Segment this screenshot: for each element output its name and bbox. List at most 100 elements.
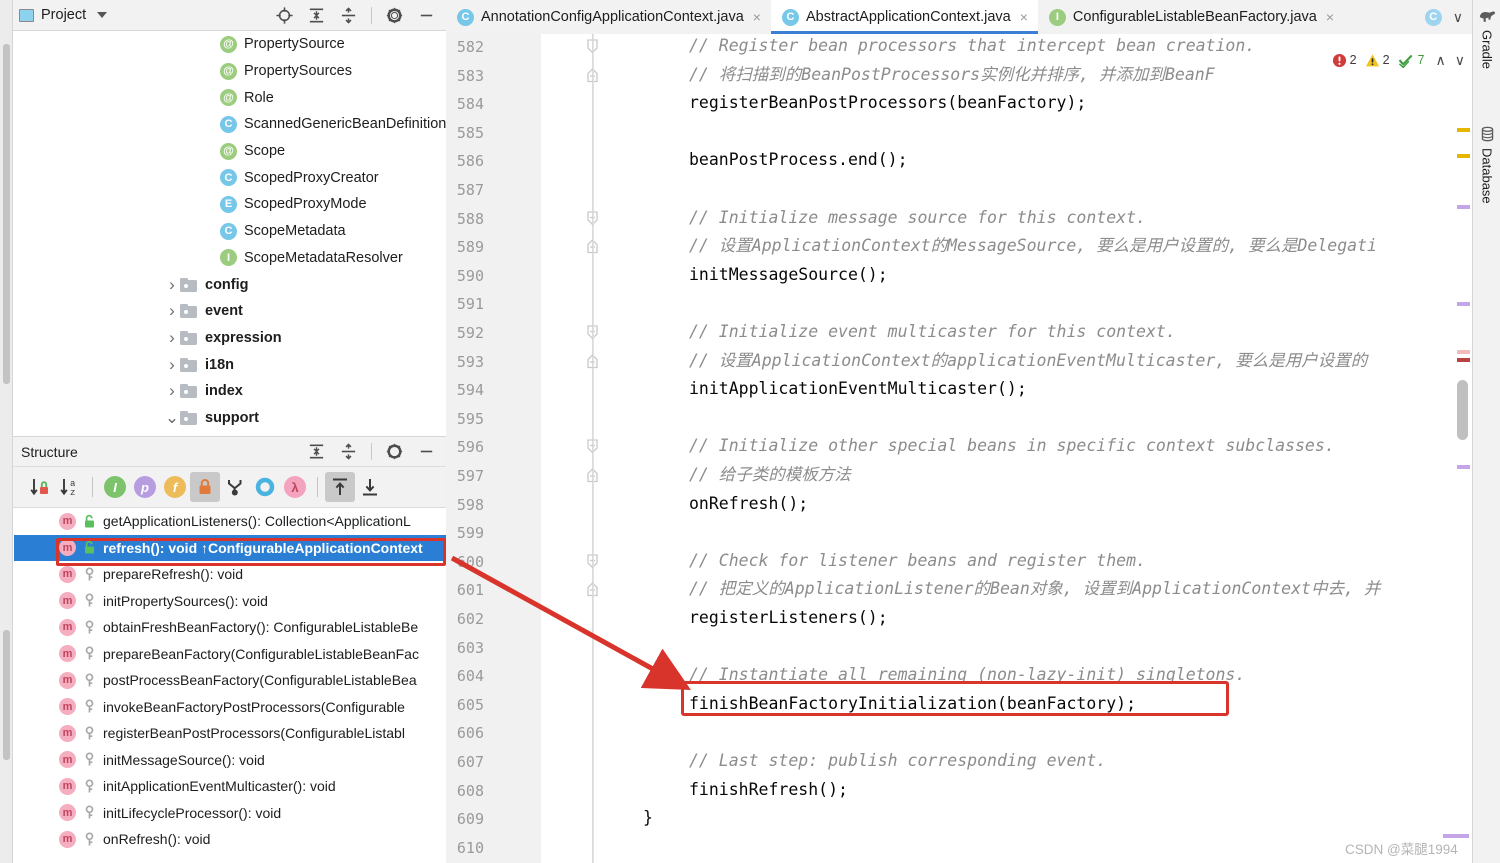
structure-row[interactable]: m prepareBeanFactory(ConfigurableListable…	[14, 641, 446, 668]
code-comment-line[interactable]: // 设置ApplicationContext的applicationEvent…	[689, 352, 1367, 370]
code-comment-line[interactable]: // Initialize other special beans in spe…	[689, 438, 1335, 455]
marker-usage[interactable]	[1457, 302, 1470, 306]
project-tree-row[interactable]: @ PropertySources	[14, 58, 446, 85]
chevron-right-icon[interactable]: ›	[164, 355, 180, 375]
marker-error[interactable]	[1457, 358, 1470, 362]
code-line[interactable]: onRefresh();	[689, 495, 808, 513]
close-icon[interactable]: ×	[1020, 9, 1028, 25]
collapse-all-icon[interactable]	[339, 442, 358, 461]
marker-error-light[interactable]	[1457, 350, 1470, 354]
project-tree-row[interactable]: › index	[14, 378, 446, 405]
inspection-ok-icon[interactable]	[1398, 53, 1415, 68]
sort-by-visibility-icon[interactable]	[25, 472, 55, 502]
code-comment-line[interactable]: // Initialize message source for this co…	[689, 209, 1146, 227]
expand-all-icon[interactable]	[307, 442, 326, 461]
structure-row[interactable]: m registerBeanPostProcessors(Configurable…	[14, 720, 446, 747]
code-comment-line[interactable]: // Last step: publish corresponding even…	[689, 752, 1106, 770]
locate-icon[interactable]	[275, 6, 294, 25]
code-comment-line[interactable]: // 将扫描到的BeanPostProcessors实例化并排序, 并添加到Be…	[689, 66, 1215, 84]
editor-tab[interactable]: C AnnotationConfigApplicationContext.java…	[446, 0, 771, 34]
editor-inspection-widget[interactable]: 2 2 7 ∧ ∨	[1325, 48, 1468, 72]
editor-tab-overflow[interactable]: C ∨	[1424, 0, 1472, 34]
tool-window-button-database[interactable]: Database	[1473, 126, 1500, 204]
project-tree-row[interactable]: @ PropertySource	[14, 31, 446, 58]
structure-row[interactable]: m initPropertySources(): void	[14, 588, 446, 615]
code-comment-line[interactable]: // Initialize event multicaster for this…	[689, 323, 1176, 341]
show-non-public-icon[interactable]	[190, 472, 220, 502]
close-icon[interactable]: ×	[1326, 9, 1334, 25]
editor-tab[interactable]: I ConfigurableListableBeanFactory.java ×	[1038, 0, 1344, 34]
structure-row[interactable]: m obtainFreshBeanFactory(): ConfigurableL…	[14, 614, 446, 641]
editor-tab[interactable]: C AbstractApplicationContext.java ×	[770, 0, 1038, 34]
chevron-right-icon[interactable]: ›	[164, 275, 180, 295]
show-inherited-members-icon[interactable]: I	[100, 472, 130, 502]
marker-usage[interactable]	[1457, 205, 1470, 209]
project-tree-row[interactable]: ⌄ support	[14, 405, 446, 432]
editor-code-content[interactable]: // Register bean processors that interce…	[601, 34, 1472, 863]
gear-icon[interactable]	[385, 442, 404, 461]
project-scrollbar-thumb[interactable]	[3, 44, 10, 384]
structure-row[interactable]: m initMessageSource(): void	[14, 747, 446, 774]
structure-row[interactable]: m initLifecycleProcessor(): void	[14, 800, 446, 827]
project-tree[interactable]: @ PropertySource @ PropertySources @ Role C Sca…	[14, 31, 446, 434]
editor-marker-strip[interactable]	[1455, 50, 1472, 860]
code-line[interactable]: initApplicationEventMulticaster();	[689, 381, 1027, 398]
project-tree-row[interactable]: › expression	[14, 325, 446, 352]
marker-warning[interactable]	[1457, 154, 1470, 158]
code-line[interactable]: initMessageSource();	[689, 266, 888, 284]
chevron-down-icon[interactable]	[97, 12, 108, 18]
collapse-all-icon[interactable]	[339, 6, 358, 25]
chevron-right-icon[interactable]: ›	[164, 381, 180, 401]
project-tree-row[interactable]: › config	[14, 271, 446, 298]
expand-all-icon[interactable]	[307, 6, 326, 25]
code-line[interactable]: beanPostProcess.end();	[689, 152, 908, 169]
project-tree-row[interactable]: › event	[14, 298, 446, 325]
structure-row[interactable]: m getApplicationListeners(): Collection<A…	[14, 508, 446, 535]
project-tree-row[interactable]: › i18n	[14, 351, 446, 378]
project-tree-row[interactable]: C ScopedProxyCreator	[14, 164, 446, 191]
chevron-right-icon[interactable]: ›	[164, 328, 180, 348]
chevron-down-icon[interactable]: ∨	[1450, 9, 1466, 26]
minimize-icon[interactable]	[417, 442, 436, 461]
structure-row[interactable]: m postProcessBeanFactory(ConfigurableList…	[14, 667, 446, 694]
project-tree-row[interactable]: @ Role	[14, 84, 446, 111]
sort-alphabetically-icon[interactable]: a z	[55, 472, 85, 502]
show-interfaces-icon[interactable]	[250, 472, 280, 502]
editor-scrollbar-thumb[interactable]	[1457, 380, 1468, 440]
minimize-icon[interactable]	[417, 6, 436, 25]
structure-row[interactable]: m invokeBeanFactoryPostProcessors(Configu…	[14, 694, 446, 721]
close-icon[interactable]: ×	[753, 9, 761, 25]
chevron-down-icon[interactable]: ⌄	[164, 408, 180, 428]
structure-row[interactable]: m initApplicationEventMulticaster(): void	[14, 773, 446, 800]
code-line[interactable]: registerBeanPostProcessors(beanFactory);	[689, 95, 1086, 112]
structure-row-selected[interactable]: m refresh(): void ↑ConfigurableApplicatio…	[14, 534, 446, 561]
project-tree-row[interactable]: C ScannedGenericBeanDefinition	[14, 111, 446, 138]
chevron-up-icon[interactable]: ∧	[1433, 52, 1449, 69]
marker-usage[interactable]	[1457, 465, 1470, 469]
show-lambdas-icon[interactable]: λ	[280, 472, 310, 502]
tool-window-button-gradle[interactable]: Gradle	[1473, 8, 1500, 69]
code-comment-line[interactable]: // 给子类的模板方法	[689, 466, 851, 484]
project-panel-title-group[interactable]: Project	[19, 7, 108, 23]
warning-icon[interactable]	[1365, 53, 1380, 68]
code-comment-line[interactable]: // Check for listener beans and register…	[689, 552, 1146, 570]
code-line[interactable]: finishRefresh();	[689, 781, 848, 799]
show-properties-icon[interactable]: p	[130, 472, 160, 502]
project-tree-row[interactable]: I ScopeMetadataResolver	[14, 245, 446, 272]
marker-warning[interactable]	[1457, 128, 1470, 132]
structure-row[interactable]: m prepareRefresh(): void	[14, 561, 446, 588]
left-scroll-rail[interactable]	[0, 0, 13, 863]
code-comment-line[interactable]: // 设置ApplicationContext的MessageSource, 要…	[689, 238, 1377, 255]
show-fields-icon[interactable]: f	[160, 472, 190, 502]
editor-fold-column[interactable]	[446, 34, 598, 863]
code-comment-line[interactable]: // Register bean processors that interce…	[689, 37, 1255, 55]
project-tree-row[interactable]: @ Scope	[14, 138, 446, 165]
code-line[interactable]: }	[643, 810, 653, 827]
show-anonymous-classes-icon[interactable]	[220, 472, 250, 502]
code-line[interactable]: registerListeners();	[689, 609, 888, 627]
expand-all-icon[interactable]	[325, 472, 355, 502]
chevron-down-icon[interactable]: ∨	[1452, 52, 1468, 69]
gear-icon[interactable]	[385, 6, 404, 25]
collapse-all-icon[interactable]	[355, 472, 385, 502]
project-tree-row[interactable]: E ScopedProxyMode	[14, 191, 446, 218]
